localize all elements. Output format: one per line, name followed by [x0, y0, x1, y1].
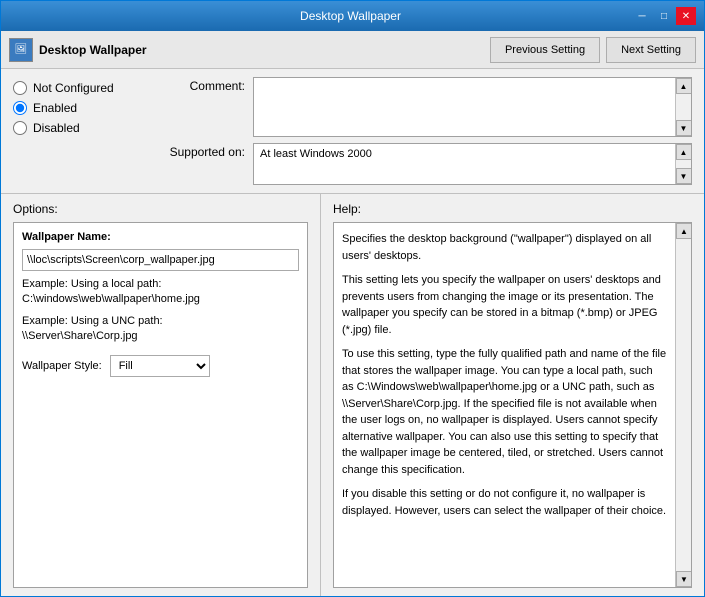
help-para-3: To use this setting, type the fully qual…: [342, 346, 667, 478]
help-text: Specifies the desktop background ("wallp…: [334, 223, 675, 587]
help-header: Help:: [333, 202, 692, 216]
disabled-option[interactable]: Disabled: [13, 121, 143, 135]
enabled-label: Enabled: [33, 101, 77, 115]
style-row: Wallpaper Style: Fill Stretch Tile Cente…: [22, 355, 299, 377]
disabled-label: Disabled: [33, 121, 80, 135]
title-bar: Desktop Wallpaper ─ □ ✕: [1, 1, 704, 31]
supported-scrollbar: ▲ ▼: [675, 144, 691, 184]
main-content: Not Configured Enabled Disabled Comment:: [1, 69, 704, 596]
supported-scroll-up[interactable]: ▲: [676, 144, 692, 160]
help-para-1: Specifies the desktop background ("wallp…: [342, 231, 667, 264]
example2-value: \\Server\Share\Corp.jpg: [22, 330, 138, 342]
comment-row: Comment: ▲ ▼: [155, 77, 692, 137]
previous-setting-button[interactable]: Previous Setting: [490, 37, 600, 63]
supported-value: At least Windows 2000: [254, 144, 675, 184]
comment-scrollbar: ▲ ▼: [675, 78, 691, 136]
comment-field-wrapper: ▲ ▼: [253, 77, 692, 137]
wallpaper-name-label: Wallpaper Name:: [22, 231, 299, 243]
example1-label: Example: Using a local path: C:\windows\…: [22, 277, 299, 308]
enabled-option[interactable]: Enabled: [13, 101, 143, 115]
toolbar-buttons: Previous Setting Next Setting: [490, 37, 696, 63]
radio-group: Not Configured Enabled Disabled: [13, 77, 143, 185]
enabled-radio[interactable]: [13, 101, 27, 115]
supported-row: Supported on: At least Windows 2000 ▲ ▼: [155, 143, 692, 185]
maximize-button[interactable]: □: [654, 7, 674, 25]
comment-textarea[interactable]: [254, 78, 675, 136]
window-title: Desktop Wallpaper: [69, 9, 632, 23]
main-window: Desktop Wallpaper ─ □ ✕ 🖼 Desktop Wallpa…: [0, 0, 705, 597]
help-scrollbar: ▲ ▼: [675, 223, 691, 587]
wallpaper-path-input[interactable]: [22, 249, 299, 271]
not-configured-radio[interactable]: [13, 81, 27, 95]
options-box: Wallpaper Name: Example: Using a local p…: [13, 222, 308, 588]
help-para-2: This setting lets you specify the wallpa…: [342, 272, 667, 338]
scroll-down-btn[interactable]: ▼: [676, 120, 692, 136]
top-section: Not Configured Enabled Disabled Comment:: [1, 69, 704, 194]
toolbar-icon: 🖼: [9, 38, 33, 62]
wallpaper-style-select[interactable]: Fill Stretch Tile Center Fit: [110, 355, 210, 377]
help-scroll-up[interactable]: ▲: [676, 223, 692, 239]
disabled-radio[interactable]: [13, 121, 27, 135]
options-help-section: Options: Wallpaper Name: Example: Using …: [1, 194, 704, 596]
toolbar-title: Desktop Wallpaper: [39, 43, 484, 57]
help-box: Specifies the desktop background ("wallp…: [333, 222, 692, 588]
close-button[interactable]: ✕: [676, 7, 696, 25]
comment-label: Comment:: [155, 77, 245, 93]
not-configured-label: Not Configured: [33, 81, 114, 95]
window-controls: ─ □ ✕: [632, 7, 696, 25]
help-panel: Help: Specifies the desktop background (…: [321, 194, 704, 596]
scroll-up-btn[interactable]: ▲: [676, 78, 692, 94]
help-para-4: If you disable this setting or do not co…: [342, 486, 667, 519]
example2-label: Example: Using a UNC path: \\Server\Shar…: [22, 314, 299, 345]
not-configured-option[interactable]: Not Configured: [13, 81, 143, 95]
options-panel: Options: Wallpaper Name: Example: Using …: [1, 194, 321, 596]
help-scroll-track: [676, 239, 691, 571]
toolbar: 🖼 Desktop Wallpaper Previous Setting Nex…: [1, 31, 704, 69]
style-label: Wallpaper Style:: [22, 360, 102, 372]
example1-value: C:\windows\web\wallpaper\home.jpg: [22, 293, 200, 305]
right-section: Comment: ▲ ▼ Supported on: At least Wind…: [155, 77, 692, 185]
minimize-button[interactable]: ─: [632, 7, 652, 25]
help-scroll-down[interactable]: ▼: [676, 571, 692, 587]
supported-field-wrapper: At least Windows 2000 ▲ ▼: [253, 143, 692, 185]
supported-label: Supported on:: [155, 143, 245, 159]
options-header: Options:: [13, 202, 308, 216]
next-setting-button[interactable]: Next Setting: [606, 37, 696, 63]
supported-scroll-down[interactable]: ▼: [676, 168, 692, 184]
desktop-icon: 🖼: [15, 44, 28, 55]
